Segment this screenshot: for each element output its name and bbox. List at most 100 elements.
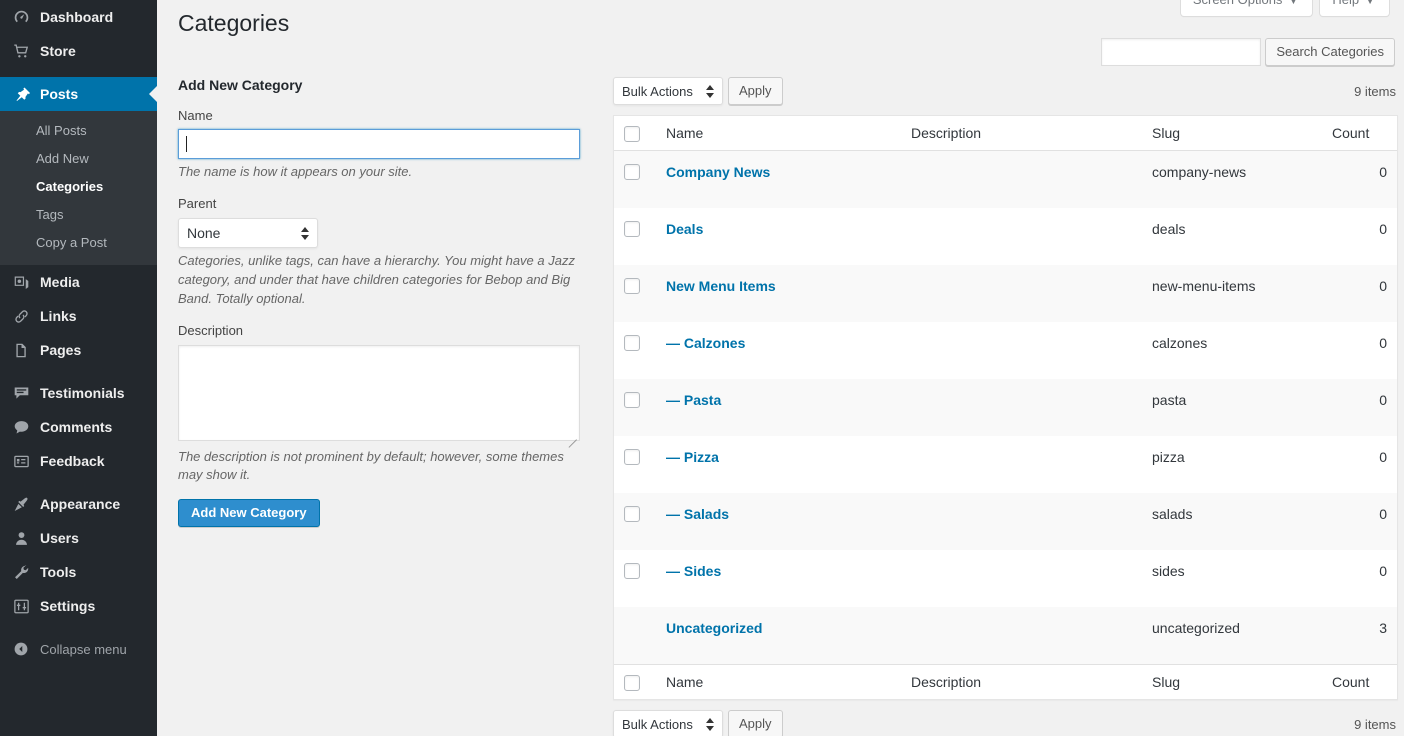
sidebar-item-pages[interactable]: Pages <box>0 333 157 367</box>
parent-select[interactable]: None <box>178 218 318 249</box>
count-link[interactable]: 0 <box>1379 278 1387 294</box>
bulk-actions-select-bottom[interactable]: Bulk Actions <box>613 710 723 736</box>
row-count-cell: 0 <box>1322 550 1397 607</box>
sidebar-item-testimonials[interactable]: Testimonials <box>0 376 157 410</box>
row-count-cell: 0 <box>1322 379 1397 436</box>
count-link[interactable]: 0 <box>1379 335 1387 351</box>
category-name-link[interactable]: — Pizza <box>666 449 719 465</box>
form-heading: Add New Category <box>178 77 303 93</box>
sidebar-item-comments[interactable]: Comments <box>0 410 157 444</box>
category-name-input[interactable] <box>178 129 580 160</box>
sidebar-item-media[interactable]: Media <box>0 265 157 299</box>
category-name-link[interactable]: New Menu Items <box>666 278 776 294</box>
column-footer-count[interactable]: Count <box>1322 664 1397 699</box>
row-checkbox[interactable] <box>624 335 640 352</box>
help-tab[interactable]: Help ▼ <box>1319 0 1390 17</box>
sidebar-subitem-add-new[interactable]: Add New <box>0 145 157 173</box>
bulk-actions-select-top[interactable]: Bulk Actions <box>613 77 723 105</box>
sidebar-subitem-categories[interactable]: Categories <box>0 173 157 201</box>
field-description: Description The description is not promi… <box>178 323 582 486</box>
count-link[interactable]: 3 <box>1379 620 1387 636</box>
column-footer-description[interactable]: Description <box>901 664 1142 699</box>
table-head: Name Description Slug Count <box>614 116 1397 152</box>
search-input[interactable] <box>1101 38 1262 66</box>
count-link[interactable]: 0 <box>1379 563 1387 579</box>
row-name-cell: — Salads <box>656 493 901 550</box>
row-checkbox[interactable] <box>624 278 640 295</box>
category-name-link[interactable]: — Sides <box>666 563 721 579</box>
row-name-cell: Deals <box>656 208 901 265</box>
media-icon <box>11 272 31 292</box>
sidebar-item-store[interactable]: Store <box>0 34 157 68</box>
sidebar-item-posts[interactable]: Posts <box>0 77 157 111</box>
bulk-actions-bottom: Bulk Actions Apply <box>613 710 783 736</box>
row-count-cell: 0 <box>1322 436 1397 493</box>
apply-button-top[interactable]: Apply <box>728 77 783 105</box>
row-slug-cell: pasta <box>1152 392 1187 409</box>
add-new-category-button[interactable]: Add New Category <box>178 499 320 528</box>
row-count-cell: 0 <box>1322 265 1397 322</box>
column-footer-name[interactable]: Name <box>656 664 901 699</box>
category-name-link[interactable]: Deals <box>666 221 703 237</box>
sidebar-item-tools[interactable]: Tools <box>0 555 157 589</box>
select-all-checkbox-bottom[interactable] <box>624 674 640 691</box>
category-name-link[interactable]: — Pasta <box>666 392 721 408</box>
tablenav-bottom: Bulk Actions Apply 9 items <box>613 709 1396 736</box>
row-name-cell: New Menu Items <box>656 265 901 322</box>
select-all-checkbox-top[interactable] <box>624 125 640 142</box>
search-categories-button[interactable]: Search Categories <box>1265 38 1395 66</box>
link-icon <box>11 306 31 326</box>
sidebar-item-settings[interactable]: Settings <box>0 589 157 623</box>
field-name: Name The name is how it appears on your … <box>178 108 582 183</box>
cart-icon <box>11 41 31 61</box>
column-header-count[interactable]: Count <box>1322 116 1397 152</box>
row-count-cell: 0 <box>1322 493 1397 550</box>
row-select-cell <box>614 493 656 550</box>
category-name-link[interactable]: Uncategorized <box>666 620 762 636</box>
row-checkbox[interactable] <box>624 506 640 523</box>
sidebar-item-links[interactable]: Links <box>0 299 157 333</box>
collapse-menu-button[interactable]: Collapse menu <box>0 632 157 666</box>
sidebar-subitem-tags[interactable]: Tags <box>0 201 157 229</box>
category-name-link[interactable]: — Calzones <box>666 335 745 351</box>
row-count-cell: 0 <box>1322 208 1397 265</box>
row-name-cell: — Sides <box>656 550 901 607</box>
screen-options-tab[interactable]: Screen Options ▼ <box>1179 0 1314 17</box>
row-slug-cell: company-news <box>1152 164 1247 181</box>
sidebar-subitem-copy-a-post[interactable]: Copy a Post <box>0 229 157 257</box>
sidebar-item-label: Pages <box>40 342 82 358</box>
row-checkbox[interactable] <box>624 164 640 181</box>
table-body: Company News company-news 0 Deals deals 0 New … <box>614 151 1397 665</box>
row-checkbox[interactable] <box>624 221 640 238</box>
category-description-textarea[interactable] <box>178 344 580 441</box>
count-link[interactable]: 0 <box>1379 506 1387 522</box>
row-description-cell <box>901 607 1142 664</box>
count-link[interactable]: 0 <box>1379 164 1387 180</box>
sidebar-item-users[interactable]: Users <box>0 521 157 555</box>
column-header-description[interactable]: Description <box>901 116 1142 152</box>
count-link[interactable]: 0 <box>1379 392 1387 408</box>
count-link[interactable]: 0 <box>1379 221 1387 237</box>
sidebar-item-appearance[interactable]: Appearance <box>0 487 157 521</box>
column-header-slug[interactable]: Slug <box>1142 116 1322 152</box>
feedback-icon <box>11 451 31 471</box>
chevron-down-icon: ▼ <box>1365 0 1375 7</box>
column-header-name[interactable]: Name <box>656 116 901 152</box>
screen-options-label: Screen Options <box>1193 0 1283 7</box>
row-slug-cell: pizza <box>1152 449 1185 466</box>
category-name-link[interactable]: Company News <box>666 164 770 180</box>
sidebar-item-dashboard[interactable]: Dashboard <box>0 0 157 34</box>
sidebar-item-label: Users <box>40 530 79 546</box>
row-checkbox[interactable] <box>624 563 640 580</box>
column-footer-slug[interactable]: Slug <box>1142 664 1322 699</box>
apply-button-bottom[interactable]: Apply <box>728 710 783 736</box>
select-all-footer <box>614 664 656 699</box>
category-name-link[interactable]: — Salads <box>666 506 729 522</box>
count-link[interactable]: 0 <box>1379 449 1387 465</box>
row-checkbox[interactable] <box>624 392 640 409</box>
sidebar-subitem-all-posts[interactable]: All Posts <box>0 117 157 145</box>
table-row: — Salads salads 0 <box>614 493 1397 551</box>
row-checkbox[interactable] <box>624 449 640 466</box>
table-row: New Menu Items new-menu-items 0 <box>614 265 1397 323</box>
sidebar-item-feedback[interactable]: Feedback <box>0 444 157 478</box>
